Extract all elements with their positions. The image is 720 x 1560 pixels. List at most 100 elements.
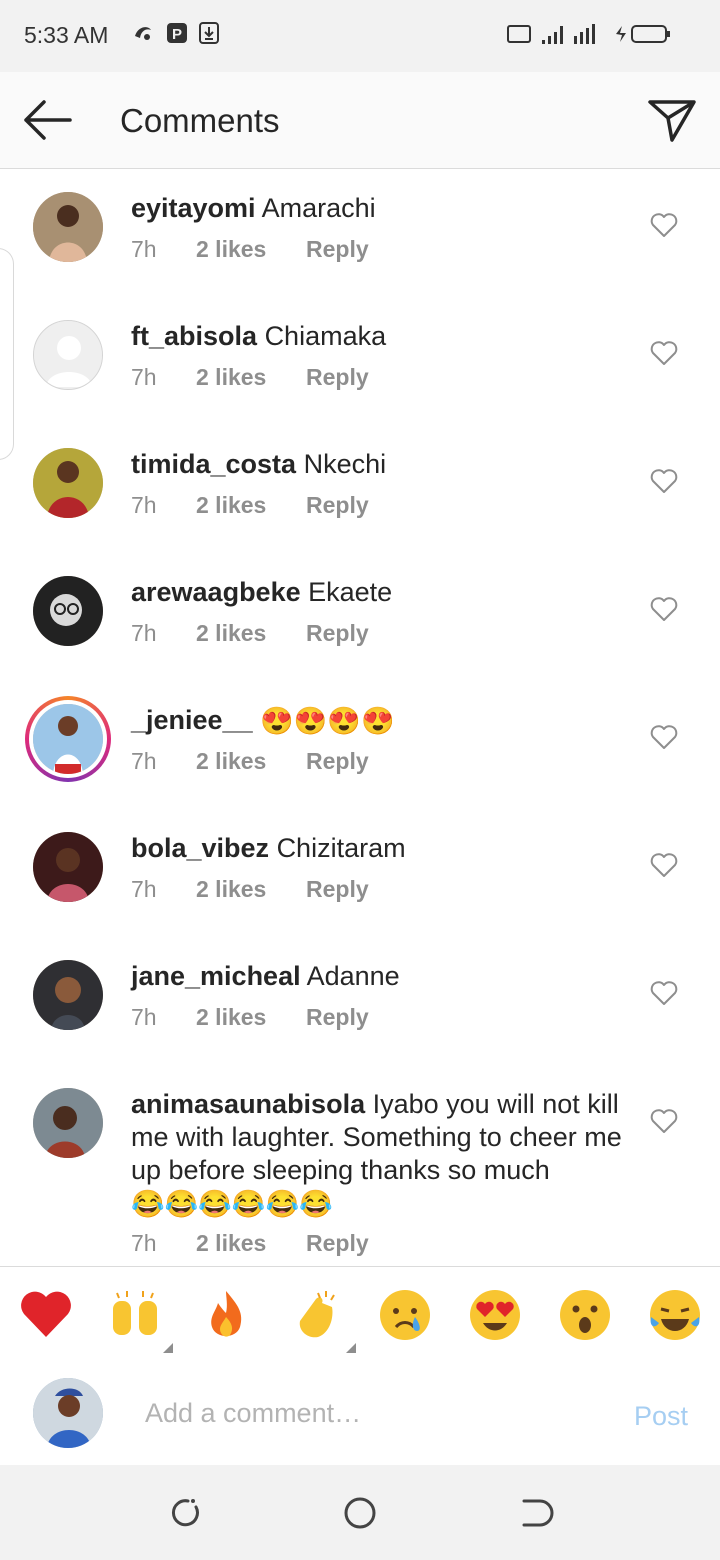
comment-likes[interactable]: 2 likes [196,236,266,263]
heart-icon[interactable] [650,852,678,878]
comment-username[interactable]: bola_vibez [131,833,269,863]
comment-text: _jeniee__ 😍😍😍😍 [131,704,631,738]
comment-username[interactable]: eyitayomi [131,193,256,223]
comment-username[interactable]: animasaunabisola [131,1089,365,1119]
comment-input[interactable] [143,1389,587,1437]
reply-button[interactable]: Reply [306,364,369,391]
reply-button[interactable]: Reply [306,1004,369,1031]
paper-plane-icon[interactable] [646,96,698,144]
svg-text:P: P [172,26,182,43]
reaction-clap-button[interactable] [290,1287,356,1353]
reaction-laughing-button[interactable] [647,1287,703,1343]
comment-username[interactable]: timida_costa [131,449,296,479]
comments-header: Comments [0,72,720,169]
comment-time: 7h [131,1004,157,1030]
comment-body: Chizitaram [276,833,406,863]
reply-button[interactable]: Reply [306,748,369,775]
comment-likes[interactable]: 2 likes [196,1230,266,1257]
avatar[interactable] [33,576,103,646]
comment-likes[interactable]: 2 likes [196,876,266,903]
comment-body: Chiamaka [264,321,387,351]
comment-username[interactable]: ft_abisola [131,321,257,351]
reaction-raised-hands-button[interactable] [107,1287,173,1353]
current-user-avatar [33,1378,103,1448]
comment-time: 7h [131,620,157,646]
fire-icon [211,1291,242,1337]
back-arrow-icon[interactable] [22,98,74,142]
comment-likes[interactable]: 2 likes [196,364,266,391]
notification-app-icon [135,27,151,40]
heart-icon[interactable] [650,468,678,494]
reaction-heart-eyes-button[interactable] [467,1287,523,1343]
comment-text: jane_micheal Adanne [131,960,631,993]
recents-icon[interactable] [166,1493,206,1533]
avatar[interactable] [33,704,103,774]
comment-username[interactable]: arewaagbeke [131,577,301,607]
reaction-heart-button[interactable] [18,1287,74,1343]
heart-icon[interactable] [650,980,678,1006]
page-title: Comments [120,102,280,139]
comment-likes[interactable]: 2 likes [196,492,266,519]
avatar-photo [33,1378,103,1448]
comment-username[interactable]: jane_micheal [131,961,301,991]
comment-likes[interactable]: 2 likes [196,620,266,647]
comment-text: eyitayomi Amarachi [131,192,631,225]
comment-likes[interactable]: 2 likes [196,1004,266,1031]
heart-icon[interactable] [650,212,678,238]
avatar-photo [33,192,103,262]
crying-face-icon [380,1290,430,1340]
battery-icon [616,25,670,43]
avatar-photo [33,832,103,902]
comment-body: Amarachi [261,193,376,223]
avatar[interactable] [33,448,103,518]
heart-icon[interactable] [650,724,678,750]
comment-text: bola_vibez Chizitaram [131,832,631,865]
clapping-hands-icon [299,1291,335,1338]
reaction-surprised-button[interactable] [557,1287,613,1343]
home-icon[interactable] [340,1493,380,1533]
avatar[interactable] [33,960,103,1030]
comment-text: timida_costa Nkechi [131,448,631,481]
reply-button[interactable]: Reply [306,876,369,903]
reaction-crying-button[interactable] [377,1287,433,1343]
comment-text: arewaagbeke Ekaete [131,576,631,609]
cast-icon [507,25,531,43]
avatar-photo [33,448,103,518]
reply-button[interactable]: Reply [306,236,369,263]
avatar-photo [33,704,103,774]
reply-button[interactable]: Reply [306,620,369,647]
comment-time: 7h [131,492,157,518]
avatar[interactable] [33,320,103,390]
reaction-fire-button[interactable] [198,1287,254,1343]
post-button[interactable]: Post [634,1401,688,1432]
avatar-photo [33,960,103,1030]
status-bar: 5:33 AM P [0,0,720,72]
comment-text: ft_abisola Chiamaka [131,320,631,353]
comment-time: 7h [131,1230,157,1256]
comment-time: 7h [131,876,157,902]
story-ring[interactable] [25,696,111,782]
red-heart-icon [21,1291,71,1337]
heart-icon[interactable] [650,340,678,366]
comment-likes[interactable]: 2 likes [196,748,266,775]
comment-username[interactable]: _jeniee__ [131,705,253,735]
avatar[interactable] [33,192,103,262]
reply-button[interactable]: Reply [306,492,369,519]
heart-icon[interactable] [650,596,678,622]
default-avatar-icon [34,321,102,389]
back-icon[interactable] [514,1493,554,1533]
avatar[interactable] [33,1088,103,1158]
parking-icon: P [167,23,187,43]
tears-of-joy-icon [650,1290,700,1340]
comment-time: 7h [131,748,157,774]
heart-icon[interactable] [650,1108,678,1134]
avatar-photo [33,576,103,646]
comment-body: Nkechi [303,449,387,479]
reply-button[interactable]: Reply [306,1230,369,1257]
side-edge-handle[interactable] [0,248,14,460]
signal-icon [542,24,595,44]
comment-time: 7h [131,364,157,390]
comment-time: 7h [131,236,157,262]
avatar[interactable] [33,832,103,902]
comment-text: animasaunabisola Iyabo you will not kill… [131,1088,626,1221]
